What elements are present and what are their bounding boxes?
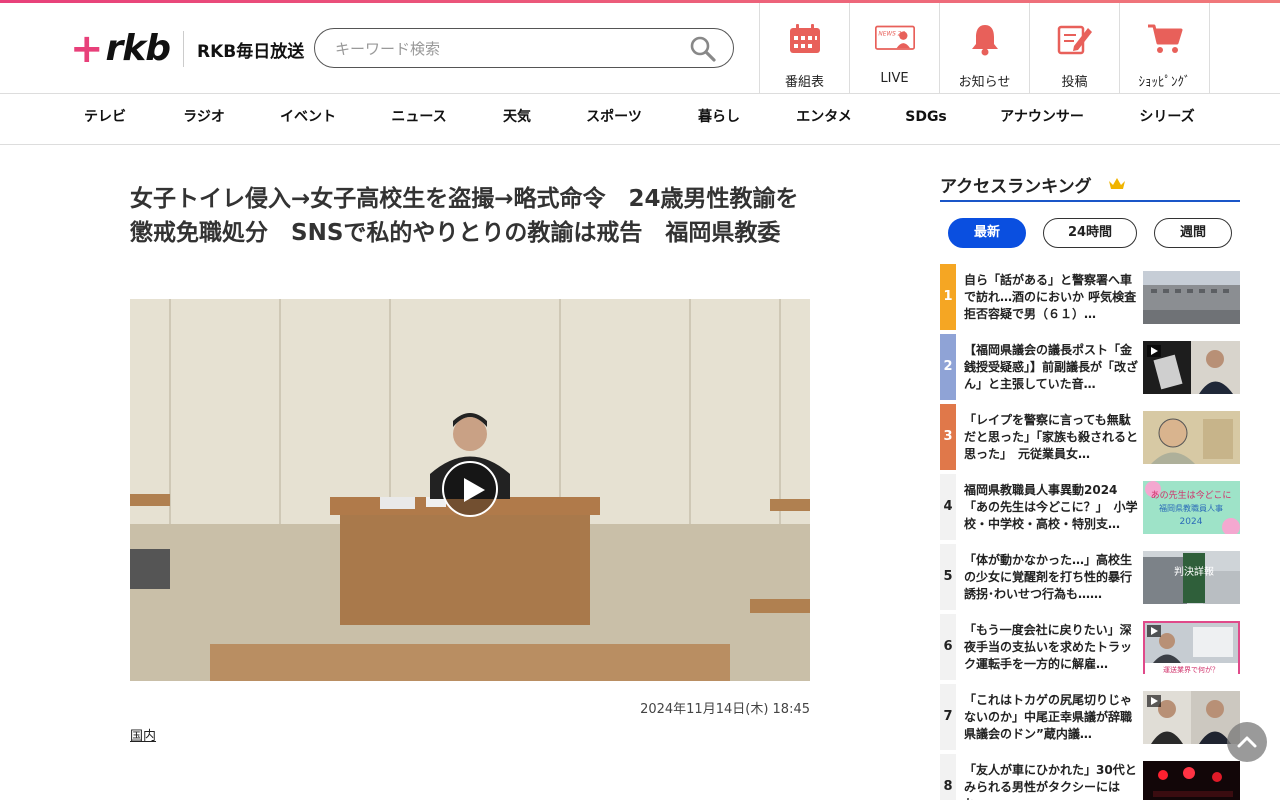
ranking-item-title: 「友人が車にひかれた」30代とみられる男性がタクシーにはね… [964,763,1137,800]
logo-plus-mark: + [70,26,104,72]
rank-number: 1 [940,264,956,330]
thumb-year: 2024 [1180,517,1203,527]
thumb-sign-text: 判決詳報 [1174,565,1214,578]
rank-number: 8 [940,754,956,800]
rank-number: 7 [940,684,956,750]
cart-icon [1145,21,1185,57]
article-tag-link[interactable]: 国内 [130,725,156,744]
nav-label: LIVE [880,71,909,86]
video-play-icon [1147,345,1161,357]
site-logo[interactable]: + rkb RKB毎日放送 [70,26,305,72]
thumb-caption: 運送業界で何が？ [1163,665,1219,674]
category-news[interactable]: ニュース [391,95,446,145]
category-weather[interactable]: 天気 [503,95,531,145]
ranking-item[interactable]: 3 「レイプを警察に言っても無駄だと思った」「家族も殺されると思った」 元従業員… [940,404,1240,470]
article-date: 2024年11月14日(木) 18:45 [640,702,810,717]
ranking-item[interactable]: 7 「これはトカゲの尻尾切りじゃないのか」中尾正幸県議が辞職 県議会のドン”蔵内… [940,684,1240,750]
ranking-header: アクセスランキング [940,172,1240,202]
nav-post[interactable]: 投稿 [1030,3,1120,94]
video-player[interactable] [130,299,810,681]
nav-label: お知らせ [958,75,1011,90]
ranking-item[interactable]: 2 【福岡県議会の議長ポスト「金銭授受疑惑」】前副議長が「改ざん」と主張していた… [940,334,1240,400]
ranking-title: アクセスランキング [940,177,1092,197]
ranking-item-title: 「これはトカゲの尻尾切りじゃないのか」中尾正幸県議が辞職 県議会のドン”蔵内議… [964,693,1138,741]
ranking-item-title: 「体が動かなかった…」高校生の少女に覚醒剤を打ち性的暴行 誘拐･わいせつ行為も…… [964,553,1138,601]
category-sdgs[interactable]: SDGs [905,95,947,145]
rank-number: 6 [940,614,956,680]
nav-program-guide[interactable]: 番組表 [760,3,850,94]
category-sports[interactable]: スポーツ [586,95,642,145]
ranking-item[interactable]: 4 福岡県教職員人事異動2024「あの先生は今どこに？」 小学校・中学校・高校・… [940,474,1240,540]
rank-number: 3 [940,404,956,470]
rank-number: 5 [940,544,956,610]
ranking-thumbnail: 運送業界で何が？ [1143,621,1240,674]
back-to-top-button[interactable] [1227,722,1267,762]
news24-live-icon: NEWS 24 [874,21,915,57]
category-living[interactable]: 暮らし [698,95,740,145]
tab-latest[interactable]: 最新 [948,218,1026,248]
nav-shopping[interactable]: ｼｮｯﾋﾟﾝｸﾞ [1120,3,1210,94]
play-icon[interactable] [442,461,498,517]
bell-icon [965,21,1005,57]
category-tv[interactable]: テレビ [84,95,126,145]
ranking-item[interactable]: 5 「体が動かなかった…」高校生の少女に覚醒剤を打ち性的暴行 誘拐･わいせつ行為… [940,544,1240,610]
header-nav: 番組表 NEWS 24 LIVE お知らせ 投稿 ｼｮｯﾋﾟﾝｸﾞ [759,3,1210,94]
ranking-item[interactable]: 1 自ら「話がある」と警察署へ車で訪れ…酒のにおいか 呼気検査拒否容疑で男（６１… [940,264,1240,330]
category-event[interactable]: イベント [280,95,336,145]
video-play-icon [1147,625,1161,637]
chevron-up-icon [1237,736,1257,748]
ranking-item-title: 自ら「話がある」と警察署へ車で訪れ…酒のにおいか 呼気検査拒否容疑で男（６１）… [964,273,1137,321]
category-series[interactable]: シリーズ [1139,95,1194,145]
nav-label: 投稿 [1061,75,1088,90]
tab-24hours[interactable]: 24時間 [1043,218,1137,248]
post-edit-icon [1055,21,1095,57]
category-radio[interactable]: ラジオ [183,95,225,145]
tab-weekly[interactable]: 週間 [1154,218,1232,248]
rank-number: 4 [940,474,956,540]
category-entertainment[interactable]: エンタメ [796,95,852,145]
ranking-item-title: 【福岡県議会の議長ポスト「金銭授受疑惑」】前副議長が「改ざん」と主張していた音… [964,343,1138,391]
search-icon[interactable] [689,35,717,63]
nav-label: 番組表 [784,75,824,90]
search-input[interactable] [335,37,675,61]
nav-live[interactable]: NEWS 24 LIVE [850,3,940,94]
article-title: 女子トイレ侵入→女子高校生を盗撮→略式命令 24歳男性教諭を懲戒免職処分 SNS… [130,186,799,246]
ranking-item[interactable]: 8 「友人が車にひかれた」30代とみられる男性がタクシーにはね… [940,754,1240,800]
ranking-thumbnail [1143,761,1240,800]
logo-divider [182,31,184,67]
search-box [314,28,734,68]
ranking-item-title: 福岡県教職員人事異動2024「あの先生は今どこに？」 小学校・中学校・高校・特別… [964,483,1138,531]
ranking-item-title: 「もう一度会社に戻りたい」深夜手当の支払いを求めたトラック運転手を一方的に解雇… [964,623,1133,671]
ranking-item-title: 「レイプを警察に言っても無駄だと思った」「家族も殺されると思った」 元従業員女… [964,413,1138,461]
logo-wordmark: rkb [105,28,171,69]
ranking-thumbnail: 判決詳報 [1143,551,1240,604]
calendar-icon [785,21,825,57]
ranking-thumbnail [1143,691,1240,744]
nav-notices[interactable]: お知らせ [940,3,1030,94]
thumb-title: あの先生は今どこに [1151,489,1232,501]
crown-icon [1108,176,1126,195]
rank-number: 2 [940,334,956,400]
ranking-item[interactable]: 6 「もう一度会社に戻りたい」深夜手当の支払いを求めたトラック運転手を一方的に解… [940,614,1240,680]
video-play-icon [1147,695,1161,707]
ranking-thumbnail [1143,341,1240,394]
category-announcer[interactable]: アナウンサー [1000,95,1084,145]
category-nav: テレビ ラジオ イベント ニュース 天気 スポーツ 暮らし エンタメ SDGs … [0,95,1280,145]
ranking-thumbnail [1143,411,1240,464]
ranking-thumbnail: あの先生は今どこに 福岡県教職員人事 2024 [1143,481,1240,534]
site-header: + rkb RKB毎日放送 番組表 NEWS 24 LIVE お知らせ [0,3,1280,94]
ranking-thumbnail [1143,271,1240,324]
station-name: RKB毎日放送 [196,41,305,62]
nav-label: ｼｮｯﾋﾟﾝｸﾞ [1138,75,1191,90]
thumb-subtitle: 福岡県教職員人事 [1159,503,1223,513]
